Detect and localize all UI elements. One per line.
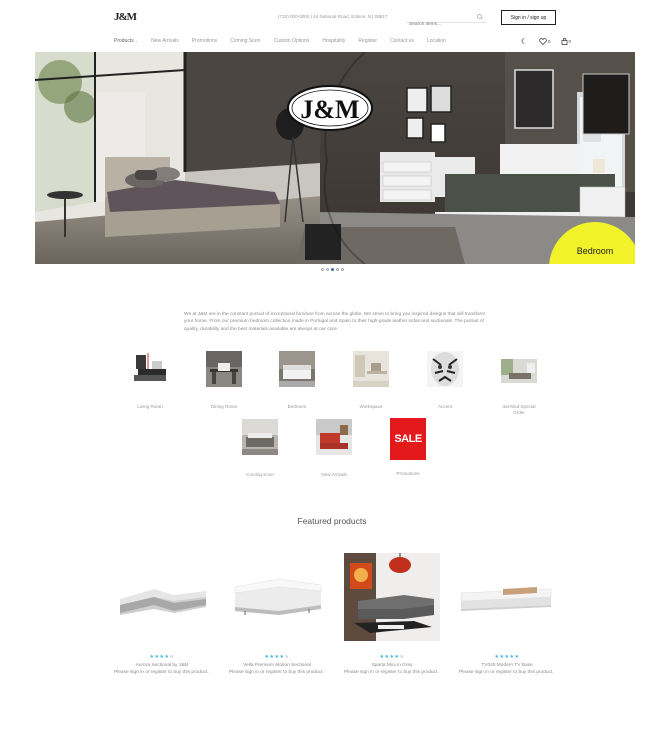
- signin-note: Please sign in or register to buy this p…: [114, 670, 209, 675]
- slider-dot[interactable]: [321, 268, 324, 271]
- category-label: Promotions: [396, 471, 420, 476]
- product-card[interactable]: ★★★★★ Sparta Mini in Grey Please sign in…: [344, 553, 440, 676]
- category-accent[interactable]: Accent: [416, 351, 474, 410]
- category-living-room[interactable]: Living Room: [121, 351, 179, 410]
- search-box[interactable]: [406, 12, 486, 30]
- signin-note: Please sign in or register to buy this p…: [344, 670, 439, 675]
- category-new-arrivals[interactable]: New Arrivals: [305, 419, 363, 478]
- category-thumb: SALE: [390, 418, 426, 460]
- category-promotions[interactable]: SALE Promotions: [379, 418, 437, 477]
- nav-products[interactable]: Products⌄: [114, 38, 138, 44]
- nav-contact[interactable]: Contact us: [390, 38, 414, 44]
- main-nav: Products⌄ New Arrivals Promotions Coming…: [114, 36, 459, 46]
- product-image[interactable]: [229, 553, 325, 641]
- nav-promotions[interactable]: Promotions: [192, 38, 217, 44]
- category-label: Accent: [437, 404, 453, 409]
- category-thumb: [206, 351, 242, 387]
- product-name[interactable]: TV045 Modern TV Base: [459, 663, 555, 668]
- slider-dot-active[interactable]: [331, 268, 334, 271]
- product-rating: ★★★★★: [494, 654, 520, 660]
- category-thumb: [316, 419, 352, 455]
- product-rating: ★★★★★: [149, 654, 175, 660]
- heart-icon: [539, 37, 547, 45]
- category-label: Coming Soon: [246, 472, 274, 477]
- product-card[interactable]: ★★★★★ Aurora Sectional by J&M Please sig…: [114, 553, 210, 676]
- category-dining-room[interactable]: Dining Room: [195, 351, 253, 410]
- category-bedroom[interactable]: Bedroom: [268, 351, 326, 410]
- site-logo[interactable]: J&M: [114, 11, 137, 23]
- signin-note: Please sign in or register to buy this p…: [459, 670, 554, 675]
- category-label: Dining Room: [210, 404, 238, 409]
- hero-image: J&M: [35, 52, 635, 264]
- slider-dots: [321, 268, 346, 271]
- product-name[interactable]: Sparta Mini in Grey: [344, 663, 440, 668]
- slider-dot[interactable]: [326, 268, 329, 271]
- hero-slider[interactable]: J&M Bedroom: [35, 52, 635, 264]
- category-thumb: [279, 351, 315, 387]
- category-thumb: [501, 351, 537, 387]
- page: { "header": { "logo_text": "J&M", "conta…: [0, 0, 664, 733]
- chevron-down-icon: ⌄: [134, 38, 139, 43]
- category-label: New Arrivals: [321, 472, 347, 477]
- wishlist-count: 0: [548, 38, 551, 44]
- category-label: Bedroom: [287, 404, 307, 409]
- search-input[interactable]: [406, 19, 472, 30]
- signin-button[interactable]: Sign in / sign up: [501, 10, 556, 25]
- moon-icon: [523, 38, 529, 44]
- cart-icon: [561, 37, 567, 45]
- category-ital-mod[interactable]: Ital-Mod Special Order: [490, 351, 548, 416]
- category-label: Ital-Mod Special Order: [502, 404, 536, 415]
- category-label: Workspace: [359, 404, 383, 409]
- product-rating: ★★★★★: [264, 654, 290, 660]
- product-rating: ★★★★★: [379, 654, 405, 660]
- category-coming-soon[interactable]: Coming Soon: [231, 419, 289, 478]
- category-label: Living Room: [137, 404, 163, 409]
- product-name[interactable]: Aurora Sectional by J&M: [114, 663, 210, 668]
- product-image[interactable]: [114, 553, 210, 641]
- nav-icons: 0 0: [510, 36, 571, 46]
- intro-text: We at J&M are in the constant pursuit of…: [184, 312, 486, 332]
- product-card[interactable]: ★★★★★ TV045 Modern TV Base Please sign i…: [459, 553, 555, 676]
- hero-logo: J&M: [300, 95, 359, 124]
- product-image[interactable]: [344, 553, 440, 641]
- product-card[interactable]: ★★★★★ Vella Premium Motion Sectional Ple…: [229, 553, 325, 676]
- product-image[interactable]: [459, 553, 555, 641]
- search-icon[interactable]: [477, 14, 482, 19]
- category-thumb: [427, 351, 463, 387]
- category-thumb: [242, 419, 278, 455]
- nav-hospitality[interactable]: Hospitality: [322, 38, 345, 44]
- product-name[interactable]: Vella Premium Motion Sectional: [229, 663, 325, 668]
- nav-custom-options[interactable]: Custom Options: [273, 38, 309, 44]
- cart-count: 0: [568, 38, 572, 44]
- contact-info: (732) 000-0000 | 44 National Road, Ediso…: [278, 14, 388, 19]
- category-workspace[interactable]: Workspace: [342, 351, 400, 410]
- nav-new-arrivals[interactable]: New Arrivals: [151, 38, 179, 44]
- featured-title: Featured products: [297, 516, 367, 526]
- nav-coming-soon[interactable]: Coming Soon: [230, 38, 260, 44]
- signin-note: Please sign in or register to buy this p…: [229, 670, 324, 675]
- slider-dot[interactable]: [341, 268, 344, 271]
- cart-button[interactable]: 0: [561, 37, 572, 45]
- slider-dot[interactable]: [336, 268, 339, 271]
- category-thumb: [353, 351, 389, 387]
- nav-location[interactable]: Location: [427, 38, 446, 44]
- theme-toggle[interactable]: [520, 38, 529, 44]
- nav-products-label: Products: [114, 38, 134, 44]
- nav-register[interactable]: Register: [358, 38, 377, 44]
- sale-text: SALE: [394, 433, 422, 445]
- wishlist-button[interactable]: 0: [539, 37, 551, 45]
- category-thumb: [132, 351, 168, 387]
